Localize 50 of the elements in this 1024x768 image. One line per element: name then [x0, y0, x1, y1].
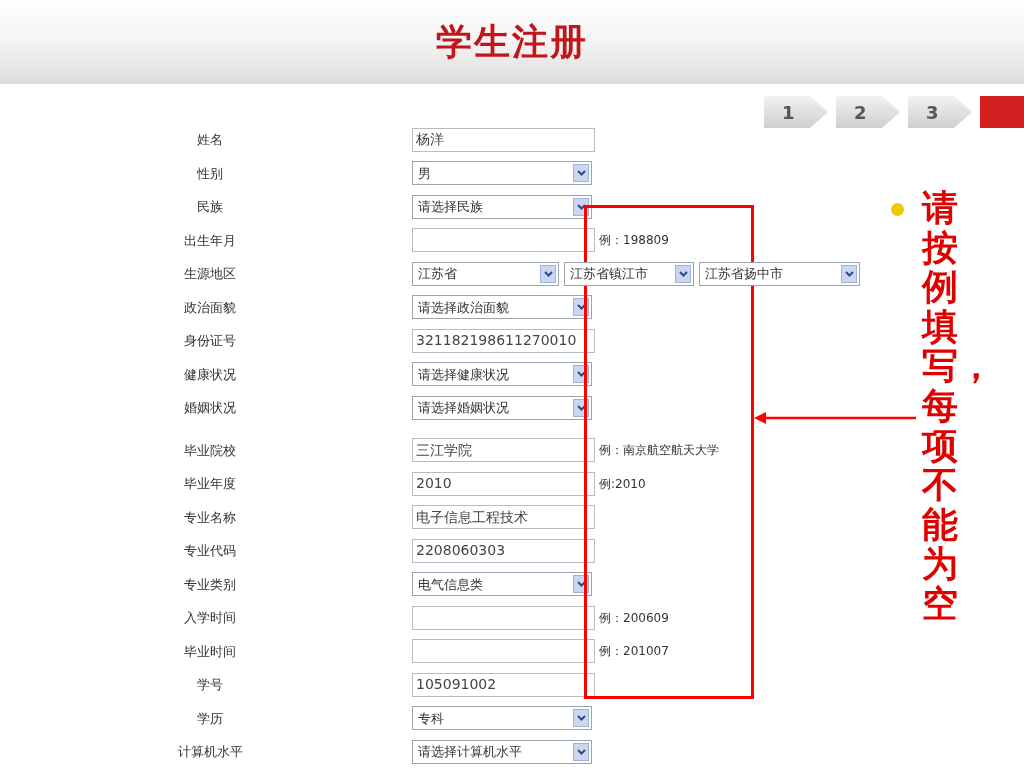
example-hint: 例：南京航空航天大学: [599, 442, 719, 460]
field-label: 婚姻状况: [183, 399, 237, 417]
field-label: 政治面貌: [183, 298, 237, 317]
dropdown[interactable]: 江苏省: [412, 261, 559, 286]
input-field[interactable]: [412, 639, 595, 664]
input-field[interactable]: 2208060303: [412, 538, 595, 563]
field-label: 健康状况: [183, 365, 237, 384]
input-field[interactable]: 杨洋: [412, 127, 595, 152]
step-tab[interactable]: 3: [908, 96, 972, 128]
field-label: 专业名称: [183, 508, 237, 527]
step-tab[interactable]: 1: [764, 96, 828, 128]
dropdown[interactable]: 请选择政治面貌: [412, 295, 592, 320]
step-tab[interactable]: 2: [836, 96, 900, 128]
dropdown[interactable]: 请选择健康状况: [412, 362, 592, 387]
field-label: 出生年月: [183, 231, 237, 250]
page-title: 学生注册: [436, 20, 588, 64]
example-hint: 例：200609: [599, 609, 669, 627]
bullet-icon: [891, 203, 904, 216]
dropdown[interactable]: 专科: [412, 706, 592, 731]
field-label: 学历: [196, 709, 224, 728]
input-field[interactable]: [412, 228, 595, 253]
field-label: 专业类别: [183, 575, 237, 594]
input-field[interactable]: 105091002: [412, 672, 595, 697]
field-label: 专业代码: [183, 542, 237, 560]
dropdown[interactable]: 请选择民族: [412, 194, 592, 219]
dropdown[interactable]: 请选择婚姻状况: [412, 395, 592, 420]
example-hint: 例：201007: [599, 643, 669, 661]
input-field[interactable]: 2010: [412, 471, 595, 496]
example-hint: 例:2010: [599, 475, 646, 493]
field-label: 生源地区: [183, 265, 237, 283]
dropdown[interactable]: 男: [412, 161, 592, 186]
field-label: 计算机水平: [176, 743, 244, 761]
dropdown[interactable]: 江苏省镇江市: [564, 261, 694, 286]
input-field[interactable]: 电子信息工程技术: [412, 505, 595, 530]
dropdown[interactable]: 请选择计算机水平: [412, 739, 592, 764]
input-field[interactable]: 三江学院: [412, 438, 595, 463]
example-hint: 例：198809: [599, 232, 669, 250]
field-label: 身份证号: [183, 332, 237, 350]
field-label: 毕业时间: [183, 642, 237, 661]
input-field[interactable]: [412, 605, 595, 630]
field-label: 民族: [196, 198, 224, 216]
dropdown[interactable]: 江苏省扬中市: [699, 261, 860, 286]
field-label: 毕业年度: [183, 475, 237, 493]
input-field[interactable]: 321182198611270010: [412, 328, 595, 353]
field-label: 姓名: [196, 131, 224, 149]
field-label: 入学时间: [183, 609, 237, 627]
field-label: 学号: [196, 676, 224, 694]
dropdown[interactable]: 电气信息类: [412, 572, 592, 597]
field-label: 毕业院校: [183, 441, 237, 460]
field-label: 性别: [196, 164, 224, 183]
